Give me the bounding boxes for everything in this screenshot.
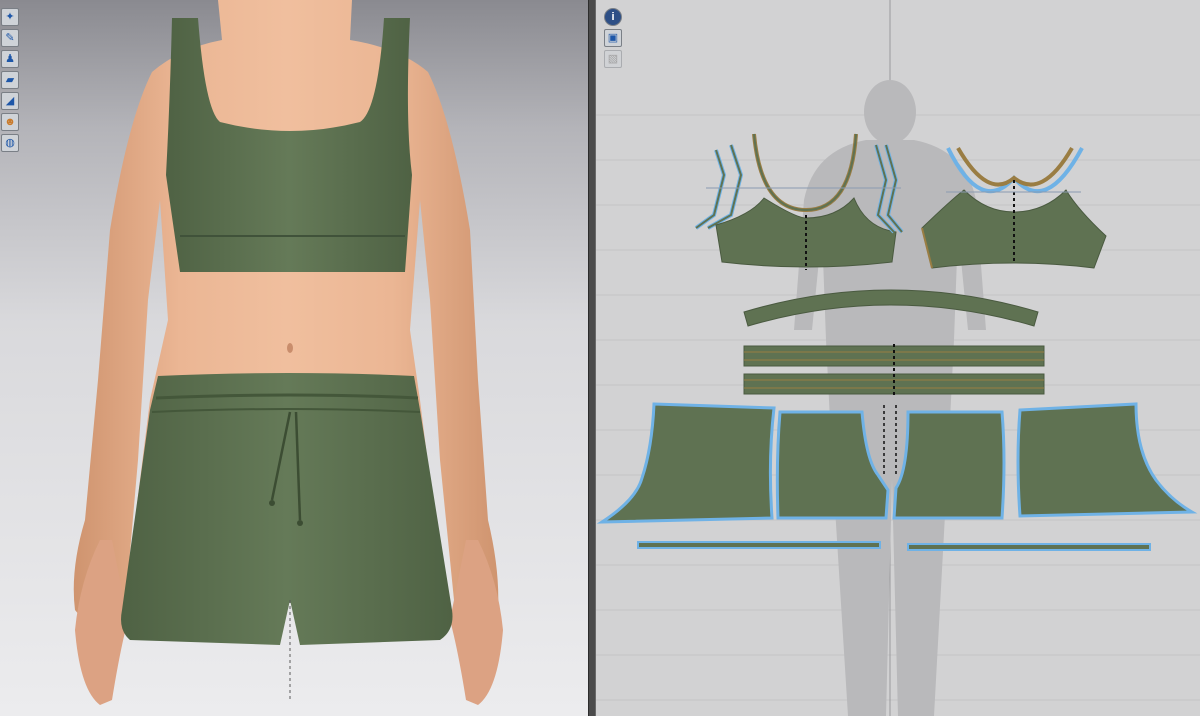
3d-toolbar: ✦ ✎ ♟ ▰ ◢ ☻ ◍ [1,8,19,152]
hidden-layer-icon[interactable]: ▧ [604,50,622,68]
2d-toolbar: i ▣ ▧ [604,8,622,68]
fabric-texture-icon[interactable]: ▰ [1,71,19,89]
3d-garment-view[interactable]: ✦ ✎ ♟ ▰ ◢ ☻ ◍ [0,0,588,716]
panel-splitter[interactable] [588,0,596,716]
pattern-canvas [596,0,1200,716]
waistband-strips [743,344,1045,396]
pattern-layer-icon[interactable]: ▣ [604,29,622,47]
2d-pattern-view[interactable]: i ▣ ▧ [596,0,1200,716]
info-icon[interactable]: i [604,8,622,26]
show-avatar-icon[interactable]: ✦ [1,8,19,26]
globe-icon[interactable]: ◍ [1,134,19,152]
shorts-3d [121,373,453,645]
avatar-skin-icon[interactable]: ☻ [1,113,19,131]
show-pins-icon[interactable]: ◢ [1,92,19,110]
avatar-pose-icon[interactable]: ♟ [1,50,19,68]
avatar-render [73,0,503,705]
show-garment-icon[interactable]: ✎ [1,29,19,47]
